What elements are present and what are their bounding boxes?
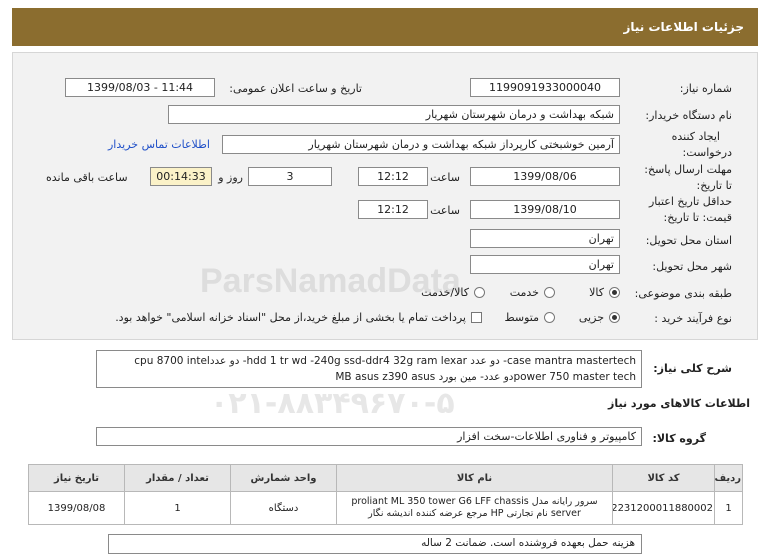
page-title: جزئیات اطلاعات نیاز <box>623 20 744 34</box>
watermark-phone: ۰۲۱-۸۸۳۴۹۶۷۰-۵ <box>210 386 455 421</box>
days-field: 3 <box>248 167 332 186</box>
cell-unit: دستگاه <box>230 491 337 525</box>
category-option-both[interactable]: کالا/خدمت <box>421 286 485 299</box>
process-type-label: نوع فرآیند خرید : <box>654 312 732 325</box>
province-field: تهران <box>470 229 620 248</box>
table-row: 1 2231200011880002 سرور رایانه مدل proli… <box>28 491 743 525</box>
cell-index: 1 <box>714 491 743 525</box>
column-header-index: ردیف <box>714 464 743 492</box>
validity-time-label: ساعت <box>430 204 460 217</box>
description-line-1: case mantra mastertech- دو عدد hdd 1 tr … <box>134 355 636 367</box>
radio-icon[interactable] <box>544 287 555 298</box>
creator-label-2: درخواست: <box>682 146 732 159</box>
reply-time-label: ساعت <box>430 171 460 184</box>
creator-label-1: ایجاد کننده <box>671 130 720 143</box>
buyer-label: نام دستگاه خریدار: <box>645 109 732 122</box>
column-header-date: تاریخ نیاز <box>28 464 125 492</box>
cell-qty: 1 <box>124 491 231 525</box>
radio-icon[interactable] <box>474 287 485 298</box>
page-header: جزئیات اطلاعات نیاز <box>12 8 758 46</box>
validity-date-field: 1399/08/10 <box>470 200 620 219</box>
process-option-partial[interactable]: جزیی <box>579 311 620 324</box>
category-option-service[interactable]: خدمت <box>510 286 555 299</box>
column-header-qty: تعداد / مقدار <box>124 464 231 492</box>
column-header-unit: واحد شمارش <box>230 464 337 492</box>
radio-icon-selected[interactable] <box>609 312 620 323</box>
column-header-name: نام کالا <box>336 464 613 492</box>
reply-deadline-label-2: تا تاریخ: <box>696 179 732 192</box>
description-label: شرح کلی نیاز: <box>653 362 732 375</box>
reply-time-field: 12:12 <box>358 167 428 186</box>
description-line-2: power 750 master techدو عدد- مین بورد MB… <box>335 371 636 383</box>
announce-date-label: تاریخ و ساعت اعلان عمومی: <box>229 82 362 95</box>
checkbox-icon[interactable] <box>471 312 482 323</box>
buyer-field: شبکه بهداشت و درمان شهرستان شهریار <box>168 105 620 124</box>
validity-label: حداقل تاریخ اعتبار <box>648 195 732 208</box>
cell-name: سرور رایانه مدل proliant ML 350 tower G6… <box>336 491 613 525</box>
cell-date: 1399/08/08 <box>28 491 125 525</box>
goods-group-label: گروه کالا: <box>652 432 706 445</box>
creator-field: آرمین خوشبختی کارپرداز شبکه بهداشت و درم… <box>222 135 620 154</box>
buyer-contact-link[interactable]: اطلاعات تماس خریدار <box>108 138 210 151</box>
process-option-medium[interactable]: متوسط <box>504 311 555 324</box>
need-number-field: 1199091933000040 <box>470 78 620 97</box>
validity-time-field: 12:12 <box>358 200 428 219</box>
table-header-row: ردیف کد کالا نام کالا واحد شمارش تعداد /… <box>28 464 743 492</box>
validity-label-2: قیمت: تا تاریخ: <box>663 211 732 224</box>
radio-icon-selected[interactable] <box>609 287 620 298</box>
remaining-time-field: 00:14:33 <box>150 167 212 186</box>
goods-table: ردیف کد کالا نام کالا واحد شمارش تعداد /… <box>28 464 743 525</box>
reply-date-field: 1399/08/06 <box>470 167 620 186</box>
goods-group-field: کامپیوتر و فناوری اطلاعات-سخت افزار <box>96 427 642 446</box>
need-number-label: شماره نیاز: <box>679 82 732 95</box>
treasury-payment-option[interactable]: پرداخت تمام یا بخشی از مبلغ خرید،از محل … <box>115 311 482 324</box>
remaining-label: ساعت باقی مانده <box>46 171 128 184</box>
days-label: روز و <box>218 171 243 184</box>
category-option-goods[interactable]: کالا <box>589 286 620 299</box>
province-label: استان محل تحویل: <box>645 234 732 247</box>
reply-deadline-label: مهلت ارسال پاسخ: <box>644 163 732 176</box>
announce-date-field: 1399/08/03 - 11:44 <box>65 78 215 97</box>
cell-code: 2231200011880002 <box>612 491 715 525</box>
buyer-notes-box: هزینه حمل بعهده فروشنده است. ضمانت 2 سال… <box>108 534 642 554</box>
column-header-code: کد کالا <box>612 464 715 492</box>
description-box: case mantra mastertech- دو عدد hdd 1 tr … <box>96 350 642 388</box>
buyer-notes-text: هزینه حمل بعهده فروشنده است. ضمانت 2 سال… <box>421 537 635 549</box>
category-label: طبقه بندی موضوعی: <box>634 287 732 300</box>
city-label: شهر محل تحویل: <box>652 260 732 273</box>
radio-icon[interactable] <box>544 312 555 323</box>
city-field: تهران <box>470 255 620 274</box>
goods-section-title: اطلاعات کالاهای مورد نیاز <box>608 397 750 410</box>
